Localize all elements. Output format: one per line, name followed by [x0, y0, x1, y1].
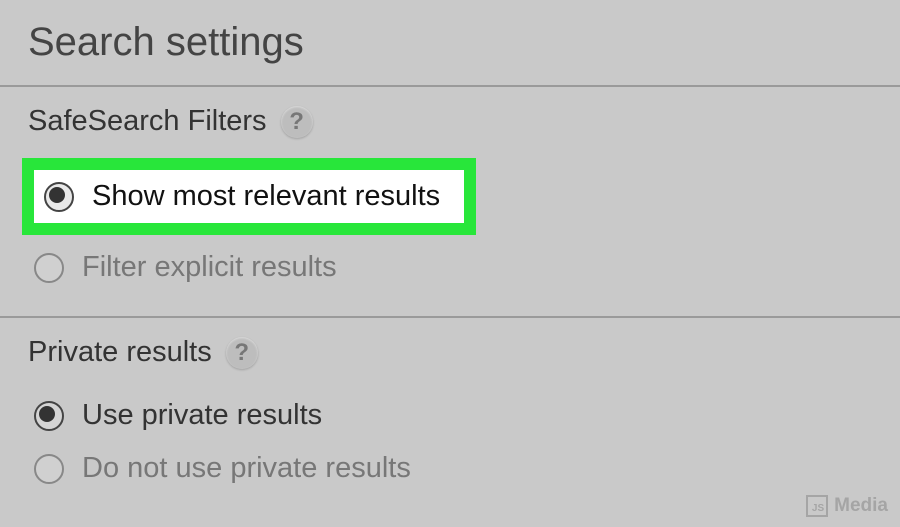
safesearch-header: SafeSearch Filters ?: [28, 105, 900, 138]
page-title: Search settings: [0, 0, 900, 85]
option-label: Show most relevant results: [92, 180, 440, 213]
watermark: JS Media: [806, 495, 888, 517]
safesearch-section: SafeSearch Filters ? Show most relevant …: [0, 87, 900, 316]
js-badge-icon: JS: [806, 495, 828, 517]
private-results-section: Private results ? Use private results Do…: [0, 318, 900, 517]
radio-filter-explicit[interactable]: [34, 253, 64, 283]
help-icon[interactable]: ?: [281, 106, 313, 138]
option-label: Use private results: [82, 399, 322, 432]
radio-show-relevant[interactable]: [44, 182, 74, 212]
radio-use-private[interactable]: [34, 401, 64, 431]
radio-no-private[interactable]: [34, 454, 64, 484]
option-use-private[interactable]: Use private results: [28, 389, 900, 442]
private-results-title: Private results: [28, 336, 212, 369]
option-no-private[interactable]: Do not use private results: [28, 442, 900, 495]
safesearch-title: SafeSearch Filters: [28, 105, 267, 138]
help-icon[interactable]: ?: [226, 337, 258, 369]
private-results-header: Private results ?: [28, 336, 900, 369]
option-label: Do not use private results: [82, 452, 411, 485]
option-label: Filter explicit results: [82, 251, 337, 284]
watermark-text: Media: [834, 495, 888, 517]
option-filter-explicit[interactable]: Filter explicit results: [28, 241, 900, 294]
settings-page: Search settings SafeSearch Filters ? Sho…: [0, 0, 900, 527]
option-show-relevant[interactable]: Show most relevant results: [22, 158, 476, 235]
